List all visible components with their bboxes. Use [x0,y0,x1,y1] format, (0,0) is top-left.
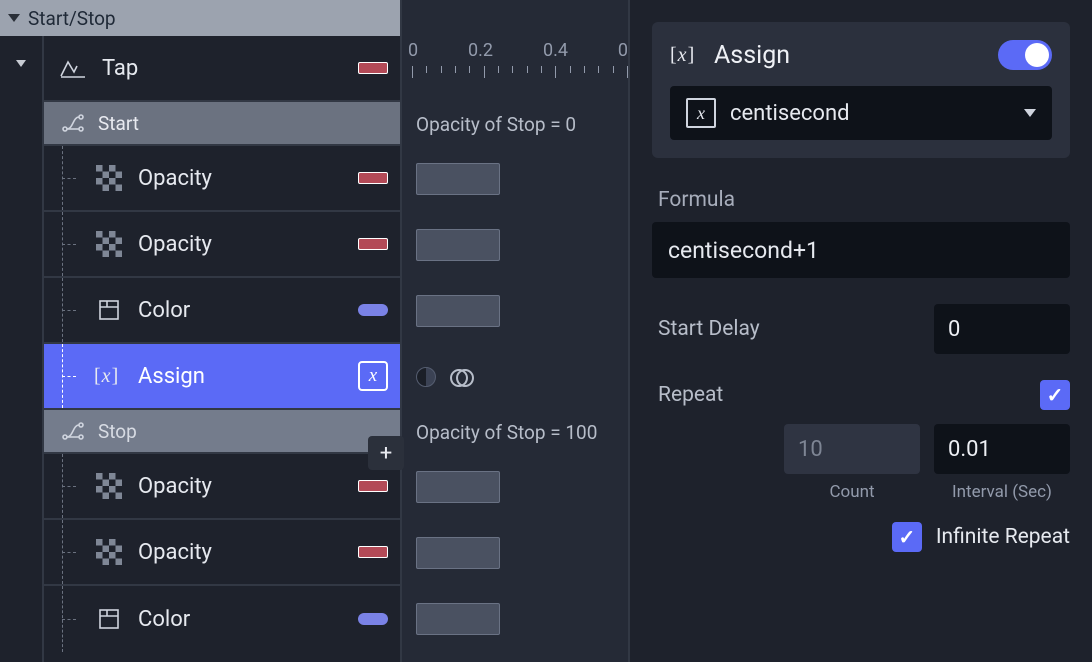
tree-row-label: Opacity [138,540,344,565]
disclosure-icon[interactable] [16,60,26,67]
color-swatch [358,238,388,250]
timeline-slot[interactable] [402,454,628,520]
assign-badge-icon: x [358,361,388,391]
tree-row-assign[interactable]: x Assign x [44,344,400,410]
tree-section-stop[interactable]: Stop + [44,410,400,454]
variable-select[interactable]: x centisecond [670,86,1052,140]
repeat-label: Repeat [658,383,723,407]
timeline-slot[interactable] [402,146,628,212]
tree-header-title: Start/Stop [28,7,116,30]
timeline-slot[interactable] [402,586,628,652]
color-swatch [358,546,388,558]
color-swatch [358,480,388,492]
assign-icon: x [94,361,124,391]
repeat-interval-label: Interval (Sec) [952,482,1052,502]
opacity-icon [94,471,124,501]
tree-connector-icon [58,454,80,518]
branch-icon [58,416,88,446]
color-swatch [358,613,388,625]
tree-row-label: Opacity [138,232,344,257]
formula-input[interactable]: centisecond+1 [652,222,1070,278]
tree-connector-icon [58,146,80,210]
tree-row-label: Opacity [138,474,344,499]
tree-row-opacity[interactable]: Opacity [44,146,400,212]
enable-toggle[interactable] [998,40,1052,70]
panel-title: Assign [714,41,790,70]
ease-icon [416,367,436,387]
ruler-label: 0 [618,40,628,61]
timeline-caption-start: Opacity of Stop = 0 [402,102,628,146]
tree-connector-icon [58,344,80,408]
assign-panel: x Assign x centisecond [652,22,1070,158]
ruler-label: 0 [408,40,418,61]
tap-icon [58,53,88,83]
tree-row-opacity[interactable]: Opacity [44,520,400,586]
opacity-icon [94,537,124,567]
keyframe-chip[interactable] [416,471,500,503]
tree-row-color[interactable]: Color [44,278,400,344]
color-swatch [358,62,388,74]
start-delay-value: 0 [948,317,960,342]
timeline-caption-stop: Opacity of Stop = 100 [402,410,628,454]
tree-section-label: Start [98,112,388,135]
infinite-repeat-label: Infinite Repeat [936,525,1070,549]
color-icon [94,604,124,634]
color-swatch [358,172,388,184]
tree-row-opacity[interactable]: Opacity [44,212,400,278]
timeline-slot[interactable] [402,212,628,278]
disclosure-icon [8,14,20,22]
repeat-count-input: 10 [784,424,920,474]
tree-row-label: Assign [138,364,344,389]
timeline-slot[interactable] [402,278,628,344]
infinite-repeat-checkbox[interactable]: ✓ [892,522,922,552]
formula-value: centisecond+1 [668,237,819,264]
tree-row-label: Tap [102,56,344,81]
timeline-slot-assign[interactable] [402,344,628,410]
timeline-slot[interactable] [402,520,628,586]
repeat-checkbox[interactable]: ✓ [1040,380,1070,410]
opacity-icon [94,163,124,193]
branch-icon [58,108,88,138]
keyframe-chip[interactable] [416,163,500,195]
variable-icon: x [686,98,716,128]
infinity-icon [450,369,474,385]
tree-connector-icon [58,278,80,342]
start-delay-input[interactable]: 0 [934,304,1070,354]
tree-section-start[interactable]: Start [44,102,400,146]
tree-row-tap[interactable]: Tap [44,36,400,102]
keyframe-chip[interactable] [416,537,500,569]
add-button[interactable]: + [368,436,404,470]
keyframe-chip[interactable] [416,295,500,327]
variable-name: centisecond [730,101,850,126]
timeline-ruler[interactable]: 0 0.2 0.4 0 [402,36,628,102]
formula-label: Formula [658,188,1064,212]
repeat-interval-input[interactable]: 0.01 [934,424,1070,474]
tree-section-label: Stop [98,420,388,443]
ruler-label: 0.4 [543,40,568,61]
repeat-count-label: Count [829,482,874,502]
tree-row-opacity[interactable]: Opacity [44,454,400,520]
start-delay-label: Start Delay [658,317,760,341]
assign-icon: x [670,40,700,70]
tree-row-label: Opacity [138,166,344,191]
tree-row-color[interactable]: Color [44,586,400,652]
color-icon [94,295,124,325]
tree-header[interactable]: Start/Stop [0,0,400,36]
keyframe-chip[interactable] [416,229,500,261]
tree-connector-icon [58,586,80,652]
repeat-interval-value: 0.01 [948,437,991,462]
chevron-down-icon [1024,109,1036,117]
keyframe-chip[interactable] [416,603,500,635]
repeat-count-value: 10 [798,437,823,462]
tree-row-label: Color [138,298,344,323]
opacity-icon [94,229,124,259]
tree-connector-icon [58,212,80,276]
tree-row-label: Color [138,607,344,632]
color-swatch [358,304,388,316]
tree-connector-icon [58,520,80,584]
ruler-label: 0.2 [468,40,493,61]
